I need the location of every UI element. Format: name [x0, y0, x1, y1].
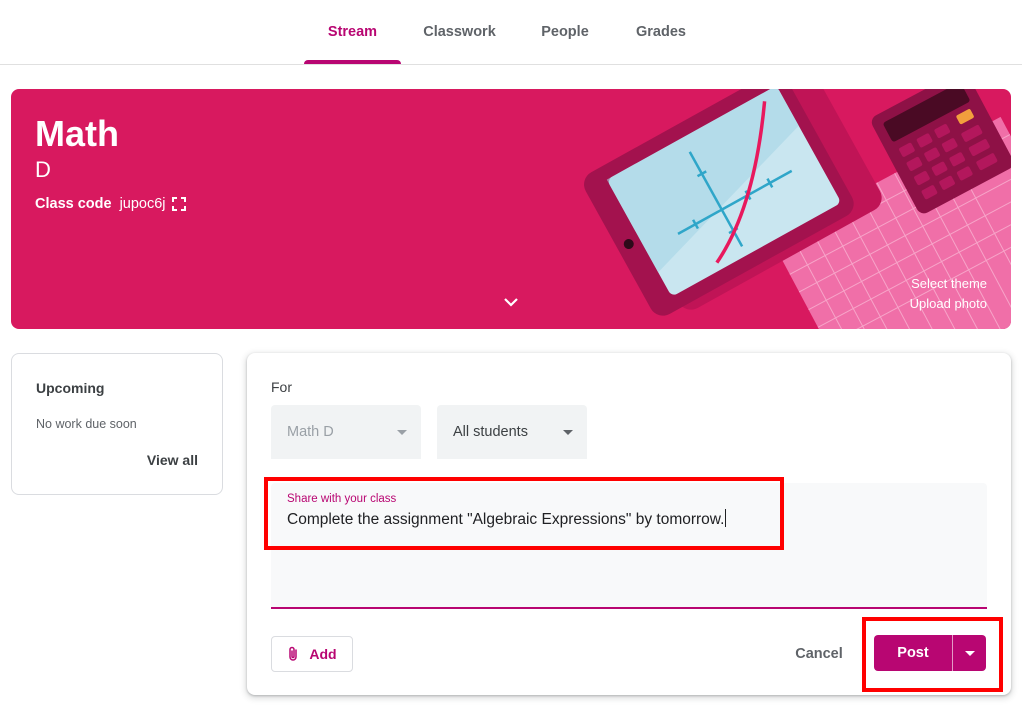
announcement-composer: For Math D All students Share with your …: [247, 353, 1011, 695]
class-code-label: Class code: [35, 196, 112, 212]
announcement-field-value: Complete the assignment "Algebraic Expre…: [287, 509, 727, 529]
add-attachment-button[interactable]: Add: [271, 636, 353, 672]
select-theme-link[interactable]: Select theme: [910, 274, 987, 294]
cancel-button[interactable]: Cancel: [780, 636, 858, 672]
dropdown-arrow-icon: [563, 430, 573, 435]
active-tab-indicator: [304, 60, 401, 64]
paperclip-icon: [289, 646, 298, 661]
tab-grades[interactable]: Grades: [622, 0, 700, 64]
upcoming-empty-text: No work due soon: [36, 417, 137, 431]
add-button-label: Add: [309, 646, 337, 662]
for-label: For: [271, 379, 292, 395]
chevron-down-icon[interactable]: [503, 296, 519, 308]
course-section: D: [35, 157, 51, 182]
view-all-link[interactable]: View all: [147, 452, 198, 468]
post-button[interactable]: Post: [874, 635, 952, 671]
upcoming-card: Upcoming No work due soon View all: [11, 353, 223, 495]
class-select-value: Math D: [287, 424, 334, 440]
upcoming-title: Upcoming: [36, 380, 105, 396]
course-title: Math: [35, 113, 119, 154]
class-code-row: Class code jupoc6j: [35, 196, 186, 212]
post-button-group: Post: [874, 635, 986, 671]
announcement-field-label: Share with your class: [287, 493, 397, 505]
tab-people[interactable]: People: [527, 0, 603, 64]
tab-stream-label: Stream: [327, 24, 378, 40]
announcement-text-field[interactable]: Share with your class Complete the assig…: [271, 483, 987, 609]
theme-links: Select theme Upload photo: [910, 274, 987, 314]
class-banner: Math D Class code jupoc6j Select theme U…: [11, 89, 1011, 329]
post-options-button[interactable]: [952, 635, 986, 671]
class-select[interactable]: Math D: [271, 405, 421, 459]
dropdown-arrow-icon: [397, 430, 407, 435]
upload-photo-link[interactable]: Upload photo: [910, 294, 987, 314]
announcement-text: Complete the assignment "Algebraic Expre…: [287, 511, 725, 528]
tab-classwork[interactable]: Classwork: [412, 0, 507, 64]
tab-grades-label: Grades: [636, 24, 686, 40]
top-nav-bar: Stream Classwork People Grades: [0, 0, 1022, 65]
class-code-value: jupoc6j: [119, 196, 166, 212]
dropdown-arrow-icon: [964, 650, 975, 656]
fullscreen-icon[interactable]: [171, 197, 186, 211]
students-select[interactable]: All students: [437, 405, 587, 459]
text-cursor: [725, 509, 727, 527]
tab-people-label: People: [541, 24, 589, 40]
tab-stream[interactable]: Stream: [304, 0, 401, 64]
students-select-value: All students: [453, 424, 528, 440]
tab-classwork-label: Classwork: [423, 24, 496, 40]
